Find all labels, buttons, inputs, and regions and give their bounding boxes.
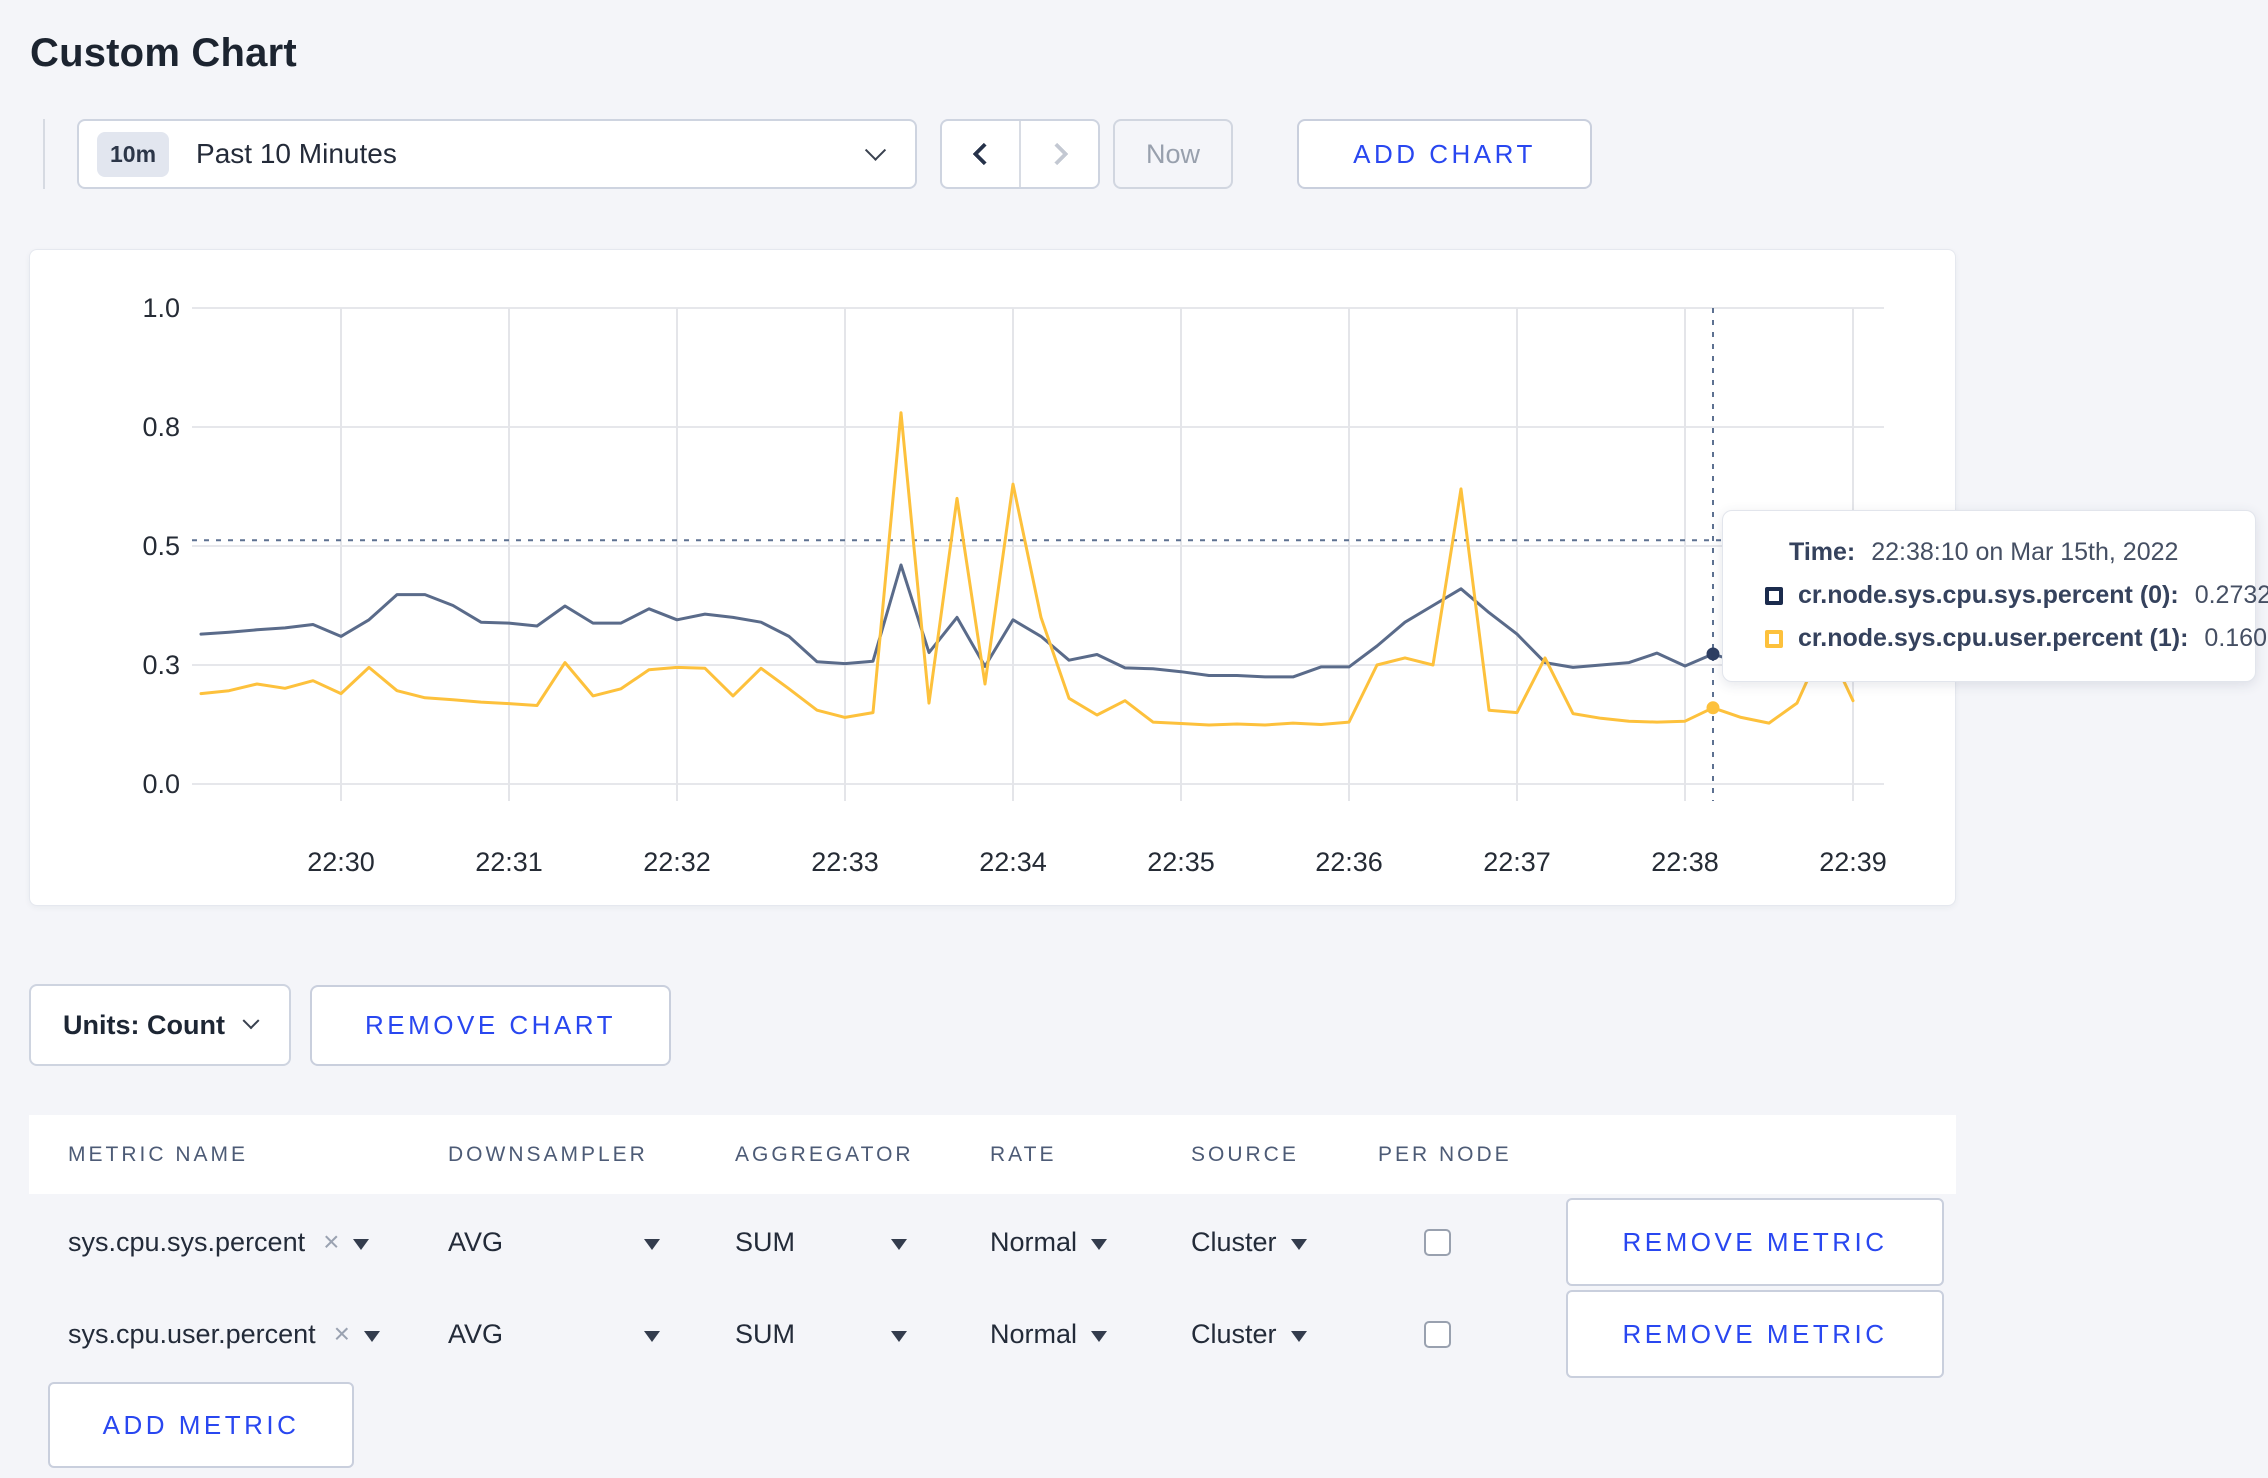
clear-metric-icon[interactable]: × [323,1226,339,1258]
custom-chart-page: { "page": { "title": "Custom Chart" }, "… [0,0,2268,1478]
per-node-checkbox[interactable] [1424,1321,1451,1348]
svg-text:22:37: 22:37 [1483,847,1551,877]
source-select[interactable]: Cluster [1191,1198,1307,1286]
remove-metric-button[interactable]: REMOVE METRIC [1566,1290,1944,1378]
next-timeframe-button[interactable] [1021,121,1098,187]
add-metric-button[interactable]: ADD METRIC [48,1382,354,1468]
svg-text:22:33: 22:33 [811,847,879,877]
chevron-down-icon [242,1012,260,1030]
source-select[interactable]: Cluster [1191,1290,1307,1378]
previous-timeframe-button[interactable] [942,121,1021,187]
downsampler-select[interactable]: AVG [448,1198,660,1286]
caret-down-icon [1290,1238,1307,1250]
svg-text:1.0: 1.0 [142,293,180,323]
toolbar-divider [43,119,45,189]
caret-down-icon [891,1238,907,1250]
units-dropdown[interactable]: Units: Count [29,984,291,1066]
metric-name-field[interactable]: sys.cpu.sys.percent × [68,1198,370,1286]
caret-down-icon [1091,1330,1108,1342]
svg-text:22:39: 22:39 [1819,847,1887,877]
column-header-source: SOURCE [1191,1142,1299,1166]
remove-chart-button[interactable]: REMOVE CHART [310,985,671,1066]
tooltip-series-row: cr.node.sys.cpu.sys.percent (0): 0.2732 [1723,581,2268,610]
tooltip-series-row: cr.node.sys.cpu.user.percent (1): 0.1601 [1723,624,2268,653]
tooltip-time-label: Time: [1789,538,1856,566]
column-header-aggregator: AGGREGATOR [735,1142,914,1166]
caret-down-icon [644,1330,660,1342]
chevron-left-icon [972,142,995,166]
user-series-swatch-icon [1765,629,1783,648]
svg-text:22:31: 22:31 [475,847,543,877]
add-chart-button[interactable]: ADD CHART [1297,119,1592,189]
caret-down-icon [891,1330,907,1342]
time-window-label: Past 10 Minutes [196,138,397,169]
caret-down-icon [644,1238,660,1250]
caret-down-icon [1290,1330,1307,1342]
tooltip-series-value: 0.2732 [2194,581,2268,609]
chart-hover-tooltip: Time: 22:38:10 on Mar 15th, 2022 cr.node… [1722,510,2268,682]
metrics-table-header: METRIC NAME DOWNSAMPLER AGGREGATOR RATE … [29,1115,1956,1194]
svg-text:0.5: 0.5 [142,531,180,561]
svg-text:22:32: 22:32 [643,847,711,877]
svg-text:0.8: 0.8 [142,412,180,442]
sys-series-swatch-icon [1765,586,1783,605]
rate-select[interactable]: Normal [990,1290,1108,1378]
now-button[interactable]: Now [1113,119,1233,189]
remove-metric-button[interactable]: REMOVE METRIC [1566,1198,1944,1286]
column-header-rate: RATE [990,1142,1057,1166]
tooltip-time-row: Time: 22:38:10 on Mar 15th, 2022 [1723,538,2255,567]
page-title: Custom Chart [30,30,297,75]
svg-text:22:38: 22:38 [1651,847,1719,877]
time-range-dropdown[interactable]: 10m Past 10 Minutes [77,119,917,189]
caret-down-icon[interactable] [364,1330,380,1342]
aggregator-select[interactable]: SUM [735,1290,907,1378]
tooltip-series-value: 0.1601 [2204,624,2268,652]
column-header-metric-name: METRIC NAME [68,1142,248,1166]
timeseries-plot[interactable]: 0.0 0.3 0.5 0.8 1.0 22:30 22:31 22:32 22:33 22:34… [30,250,1957,907]
downsampler-select[interactable]: AVG [448,1290,660,1378]
svg-text:22:36: 22:36 [1315,847,1383,877]
svg-text:22:30: 22:30 [307,847,375,877]
metric-name-field[interactable]: sys.cpu.user.percent × [68,1290,380,1378]
time-pager [940,119,1100,189]
per-node-checkbox[interactable] [1424,1229,1451,1256]
chevron-right-icon [1045,142,1068,166]
svg-text:22:34: 22:34 [979,847,1047,877]
tooltip-series-label: cr.node.sys.cpu.sys.percent (0): [1798,581,2179,609]
svg-text:0.3: 0.3 [142,650,180,680]
rate-select[interactable]: Normal [990,1198,1108,1286]
time-window-badge: 10m [97,131,170,177]
aggregator-select[interactable]: SUM [735,1198,907,1286]
metrics-table: METRIC NAME DOWNSAMPLER AGGREGATOR RATE … [29,1115,1956,1468]
svg-text:22:35: 22:35 [1147,847,1215,877]
units-label: Units: Count [63,1009,225,1040]
tooltip-series-label: cr.node.sys.cpu.user.percent (1): [1798,624,2189,652]
caret-down-icon [1091,1238,1108,1250]
clear-metric-icon[interactable]: × [334,1318,350,1350]
svg-text:0.0: 0.0 [142,769,180,799]
chevron-down-icon [864,139,887,161]
column-header-downsampler: DOWNSAMPLER [448,1142,648,1166]
column-header-per-node: PER NODE [1378,1142,1512,1166]
caret-down-icon[interactable] [353,1238,370,1250]
chart-panel: 0.0 0.3 0.5 0.8 1.0 22:30 22:31 22:32 22:33 22:34… [29,249,2268,907]
tooltip-time-value: 22:38:10 on Mar 15th, 2022 [1871,538,2179,566]
